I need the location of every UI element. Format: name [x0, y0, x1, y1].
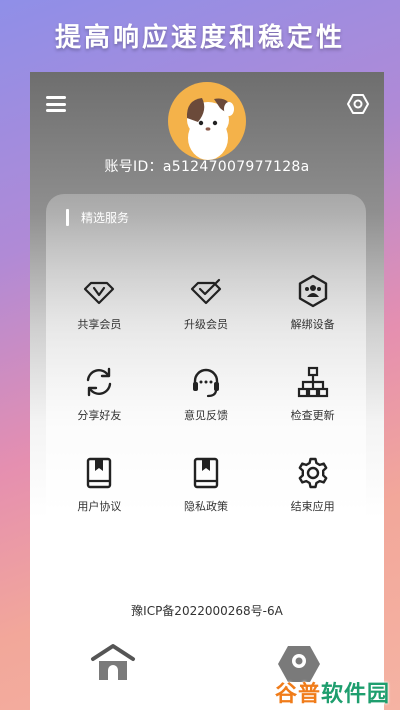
item-label: 意见反馈	[183, 409, 228, 422]
item-label: 用户协议	[77, 500, 122, 513]
watermark-part-2: 软件园	[320, 682, 390, 707]
check-update-button[interactable]: 检查更新	[259, 365, 366, 456]
icp-license-text: 豫ICP备2022000268号-6A	[131, 604, 283, 618]
bookmark-book-icon	[87, 457, 112, 489]
refresh-arrows-icon	[87, 367, 112, 397]
item-label: 升级会员	[183, 318, 228, 331]
bookmark-book-icon	[193, 457, 219, 489]
unbind-device-button[interactable]: 解绑设备	[259, 274, 366, 365]
avatar[interactable]	[168, 82, 246, 160]
diamond-v-icon	[84, 281, 115, 305]
privacy-policy-button[interactable]: 隐私政策	[153, 456, 260, 547]
home-icon[interactable]	[90, 642, 136, 682]
upgrade-vip-button[interactable]: 升级会员	[153, 274, 260, 365]
site-watermark: 谷普软件园	[275, 676, 390, 707]
app-screen: 账号ID：a51247007977128a 精选服务 共享会员 升级会员 解绑设…	[30, 72, 384, 710]
services-card: 精选服务 共享会员 升级会员 解绑设备 分享好友 意见反馈 检查更新 用户协议 …	[46, 194, 366, 574]
feedback-button[interactable]: 意见反馈	[153, 365, 260, 456]
item-label: 分享好友	[77, 409, 122, 422]
user-agreement-button[interactable]: 用户协议	[46, 456, 153, 547]
services-grid: 共享会员 升级会员 解绑设备 分享好友 意见反馈 检查更新 用户协议 隐私政策 …	[46, 274, 366, 547]
promo-banner-title: 提高响应速度和稳定性	[54, 22, 345, 53]
section-title-marker	[66, 208, 69, 226]
item-label: 检查更新	[290, 409, 335, 422]
item-label: 解绑设备	[290, 318, 335, 331]
network-tree-icon	[297, 366, 328, 398]
hexagon-settings-icon[interactable]	[346, 92, 370, 116]
item-label: 结束应用	[290, 500, 335, 513]
users-hexagon-icon	[298, 274, 327, 308]
item-label: 共享会员	[77, 318, 122, 331]
exit-app-button[interactable]: 结束应用	[259, 456, 366, 547]
section-title: 精选服务	[66, 208, 129, 226]
section-title-text: 精选服务	[81, 210, 130, 225]
diamond-check-icon	[190, 278, 222, 305]
watermark-part-1: 谷普	[274, 682, 321, 707]
share-friends-button[interactable]: 分享好友	[46, 365, 153, 456]
headset-icon	[192, 368, 219, 398]
share-vip-button[interactable]: 共享会员	[46, 274, 153, 365]
item-label: 隐私政策	[183, 500, 228, 513]
gear-icon	[298, 457, 328, 489]
hamburger-menu-icon[interactable]	[46, 96, 66, 112]
account-id: 账号ID：a51247007977128a	[104, 159, 310, 175]
